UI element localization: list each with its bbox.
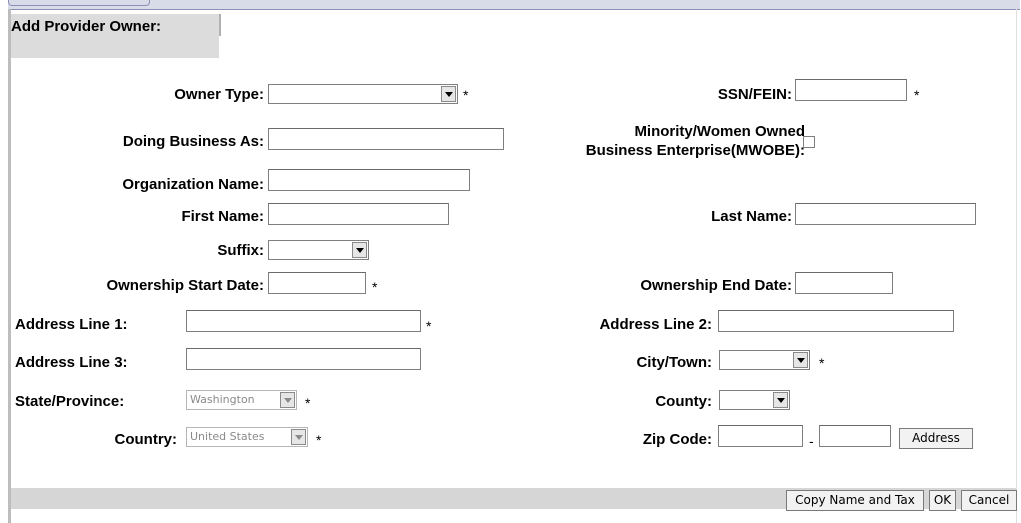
chevron-down-icon[interactable]: [280, 392, 295, 408]
owner-type-label: Owner Type:: [174, 86, 264, 103]
mwobe-checkbox[interactable]: [803, 136, 815, 148]
address-line-1-label: Address Line 1:: [15, 316, 128, 333]
last-name-label: Last Name:: [711, 208, 792, 225]
ownership-start-date-input[interactable]: [268, 272, 366, 294]
address-line-3-input[interactable]: [186, 348, 421, 370]
zip-code-extension-input[interactable]: [819, 425, 891, 447]
page-title: Add Provider Owner:: [11, 18, 162, 35]
owner-type-select[interactable]: [268, 84, 458, 104]
ssn-fein-input[interactable]: [795, 79, 907, 101]
city-town-select[interactable]: [719, 350, 810, 370]
first-name-input[interactable]: [268, 203, 449, 225]
required-asterisk: *: [819, 355, 825, 371]
required-asterisk: *: [426, 318, 432, 334]
state-province-value: Washington: [190, 393, 255, 406]
mwobe-label: Minority/Women Owned Business Enterprise…: [586, 122, 805, 160]
top-bar: [8, 0, 1020, 10]
required-asterisk: *: [305, 395, 311, 411]
ownership-end-date-input[interactable]: [795, 272, 893, 294]
ssn-fein-label: SSN/FEIN:: [717, 86, 792, 103]
last-name-input[interactable]: [795, 203, 976, 225]
copy-name-and-tax-button[interactable]: Copy Name and Tax: [786, 490, 924, 511]
first-name-label: First Name:: [181, 208, 264, 225]
mwobe-label-line2: Business Enterprise(MWOBE):: [585, 142, 805, 159]
top-bar-tab: [8, 0, 150, 6]
state-province-label: State/Province:: [15, 393, 125, 410]
address-line-3-label: Address Line 3:: [15, 354, 128, 371]
header-tab-divider: [219, 14, 221, 36]
state-province-select[interactable]: Washington: [186, 390, 297, 410]
chevron-down-icon[interactable]: [291, 429, 306, 445]
ownership-end-date-label: Ownership End Date:: [640, 277, 792, 294]
doing-business-as-label: Doing Business As:: [122, 133, 264, 150]
chevron-down-icon[interactable]: [793, 352, 808, 368]
mwobe-label-line1: Minority/Women Owned: [634, 123, 805, 140]
city-town-label: City/Town:: [636, 354, 712, 371]
county-label: County:: [655, 393, 712, 410]
chevron-down-icon[interactable]: [352, 242, 367, 258]
country-value: United States: [190, 430, 265, 443]
zip-separator: -: [809, 433, 814, 449]
chevron-down-icon[interactable]: [441, 86, 456, 102]
organization-name-input[interactable]: [268, 169, 470, 191]
required-asterisk: *: [914, 87, 920, 103]
country-label: Country:: [114, 431, 178, 448]
organization-name-label: Organization Name:: [122, 176, 264, 193]
suffix-select[interactable]: [268, 240, 369, 260]
required-asterisk: *: [372, 279, 378, 295]
ok-button[interactable]: OK: [929, 490, 956, 511]
chevron-down-icon[interactable]: [773, 392, 788, 408]
zip-code-input[interactable]: [718, 425, 803, 447]
county-select[interactable]: [719, 390, 790, 410]
address-line-1-input[interactable]: [186, 310, 421, 332]
required-asterisk: *: [316, 432, 322, 448]
ownership-start-date-label: Ownership Start Date:: [106, 277, 264, 294]
suffix-label: Suffix:: [217, 242, 264, 259]
right-border: [1016, 9, 1017, 523]
address-line-2-input[interactable]: [718, 310, 954, 332]
doing-business-as-input[interactable]: [268, 128, 504, 150]
cancel-button[interactable]: Cancel: [961, 490, 1017, 511]
required-asterisk: *: [463, 87, 469, 103]
address-line-2-label: Address Line 2:: [599, 316, 712, 333]
country-select[interactable]: United States: [186, 427, 308, 447]
address-button[interactable]: Address: [899, 428, 973, 449]
left-border: [8, 9, 11, 523]
zip-code-label: Zip Code:: [642, 431, 712, 448]
